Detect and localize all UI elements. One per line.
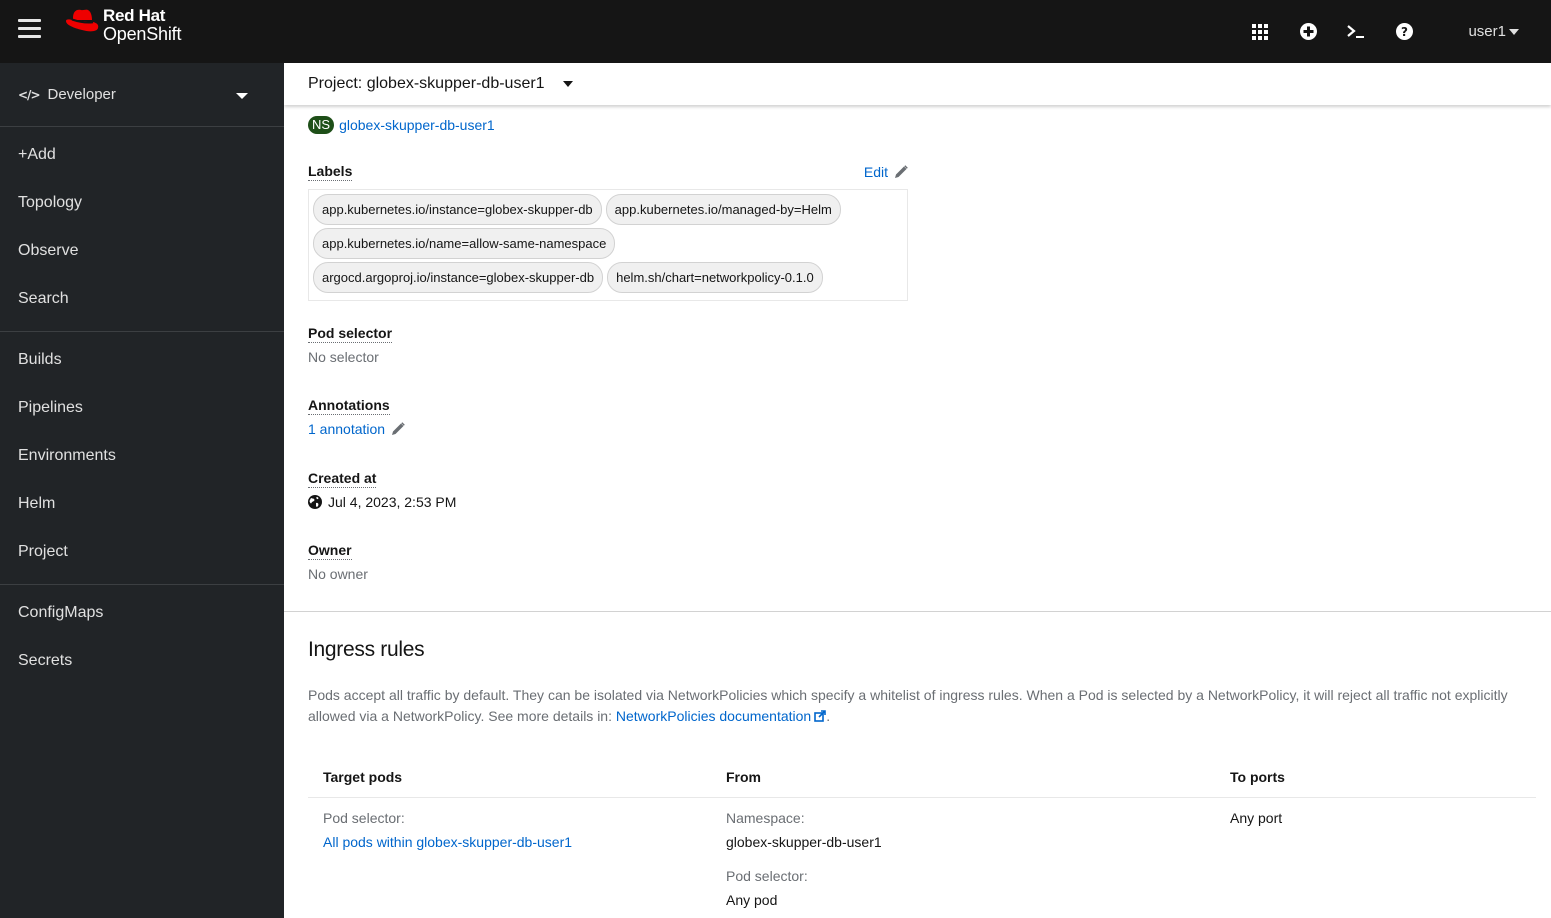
annotations-block: Annotations 1 annotation <box>308 397 405 437</box>
label-chip[interactable]: app.kubernetes.io/instance=globex-skuppe… <box>313 194 602 225</box>
perspective-switcher[interactable]: </> Developer <box>0 63 284 127</box>
doc-suffix: . <box>826 708 831 724</box>
created-at-title: Created at <box>308 470 377 488</box>
owner-title: Owner <box>308 542 352 560</box>
labels-block: Labels Edit app.kubernetes.io/instance=g… <box>308 163 908 301</box>
label-chip[interactable]: app.kubernetes.io/name=allow-same-namesp… <box>313 228 616 259</box>
ingress-rules-table: Target pods From To ports Pod selector: … <box>308 757 1536 918</box>
brand-line-2: OpenShift <box>103 24 182 44</box>
created-at-block: Created at Jul 4, 2023, 2:53 PM <box>308 470 456 510</box>
caret-down-icon <box>562 81 573 87</box>
sidebar-item-environments[interactable]: Environments <box>0 432 284 480</box>
sidebar-item-builds[interactable]: Builds <box>0 336 284 384</box>
ingress-description: Pods accept all traffic by default. They… <box>308 685 1536 727</box>
from-cell: Namespace: globex-skupper-db-user1 Pod s… <box>711 798 1215 918</box>
ingress-rules-title: Ingress rules <box>308 638 425 661</box>
sidebar-item-search[interactable]: Search <box>0 275 284 323</box>
user-name: user1 <box>1468 23 1506 40</box>
globe-icon <box>308 495 322 509</box>
nav-group-config: ConfigMaps Secrets <box>0 585 284 693</box>
namespace-link[interactable]: globex-skupper-db-user1 <box>339 117 495 133</box>
caret-down-icon <box>236 93 248 99</box>
target-pods-cell: Pod selector: All pods within globex-sku… <box>308 798 711 918</box>
column-header-target-pods: Target pods <box>308 757 711 798</box>
caret-down-icon <box>1509 28 1519 35</box>
sidebar-item-topology[interactable]: Topology <box>0 179 284 227</box>
networkpolicies-doc-link[interactable]: NetworkPolicies documentation <box>615 708 827 724</box>
created-at-value: Jul 4, 2023, 2:53 PM <box>328 494 457 510</box>
from-pod-selector-value: Any pod <box>726 892 778 908</box>
sidebar: </> Developer +Add Topology Observe Sear… <box>0 63 284 918</box>
pod-selector-value: No selector <box>308 349 379 365</box>
project-bar: Project: globex-skupper-db-user1 <box>284 63 1551 105</box>
sidebar-item-pipelines[interactable]: Pipelines <box>0 384 284 432</box>
label-chip[interactable]: app.kubernetes.io/managed-by=Helm <box>605 194 841 225</box>
column-header-from: From <box>711 757 1215 798</box>
plus-circle-icon[interactable] <box>1284 0 1332 63</box>
target-pods-link[interactable]: All pods within globex-skupper-db-user1 <box>323 834 696 850</box>
from-pod-selector-label: Pod selector: <box>726 868 808 884</box>
masthead: Red Hat OpenShift ? user1 <box>0 0 1551 63</box>
nav-group-main: +Add Topology Observe Search <box>0 127 284 332</box>
sidebar-item-helm[interactable]: Helm <box>0 480 284 528</box>
pencil-icon[interactable] <box>391 422 405 436</box>
labels-list: app.kubernetes.io/instance=globex-skuppe… <box>308 189 908 301</box>
ingress-description-text: Pods accept all traffic by default. They… <box>308 687 1508 724</box>
owner-value: No owner <box>308 566 368 582</box>
brand-line-1: Red Hat <box>103 6 166 25</box>
labels-title: Labels <box>308 163 353 181</box>
brand-logo[interactable]: Red Hat OpenShift <box>64 7 181 43</box>
perspective-label: Developer <box>47 86 116 103</box>
sidebar-item-project[interactable]: Project <box>0 528 284 576</box>
ingress-rules-section: Ingress rules Pods accept all traffic by… <box>308 612 1536 918</box>
pod-selector-title: Pod selector <box>308 325 393 343</box>
owner-block: Owner No owner <box>308 542 368 582</box>
external-link-icon <box>814 710 827 722</box>
target-pod-selector-label: Pod selector: <box>323 810 405 826</box>
namespace-row: NS globex-skupper-db-user1 <box>308 116 495 134</box>
project-selector[interactable]: Project: globex-skupper-db-user1 <box>308 75 573 93</box>
edit-labels-button[interactable]: Edit <box>864 164 908 180</box>
svg-text:?: ? <box>1401 25 1408 39</box>
from-namespace-label: Namespace: <box>726 810 805 826</box>
label-chip[interactable]: helm.sh/chart=networkpolicy-0.1.0 <box>607 262 823 293</box>
project-label: Project: globex-skupper-db-user1 <box>308 75 545 92</box>
annotations-link[interactable]: 1 annotation <box>308 421 385 437</box>
from-namespace-value: globex-skupper-db-user1 <box>726 834 882 850</box>
to-ports-cell: Any port <box>1230 810 1283 826</box>
namespace-badge: NS <box>308 116 335 134</box>
pod-selector-block: Pod selector No selector <box>308 325 393 365</box>
column-header-to-ports: To ports <box>1215 757 1536 798</box>
table-row: Pod selector: All pods within globex-sku… <box>308 798 1536 918</box>
pencil-icon <box>895 165 908 178</box>
nav-group-workloads: Builds Pipelines Environments Helm Proje… <box>0 332 284 585</box>
code-icon: </> <box>18 87 40 102</box>
hamburger-menu-icon[interactable] <box>18 19 41 39</box>
terminal-icon[interactable] <box>1332 0 1380 63</box>
sidebar-item-observe[interactable]: Observe <box>0 227 284 275</box>
edit-labels-label: Edit <box>863 164 888 180</box>
sidebar-item-add[interactable]: +Add <box>0 131 284 179</box>
sidebar-item-secrets[interactable]: Secrets <box>0 637 284 685</box>
help-circle-icon[interactable]: ? <box>1380 0 1428 63</box>
sidebar-item-configmaps[interactable]: ConfigMaps <box>0 589 284 637</box>
main-content: Project: globex-skupper-db-user1 NS glob… <box>284 63 1551 918</box>
annotations-title: Annotations <box>308 397 390 415</box>
red-hat-logo-icon <box>66 9 99 32</box>
label-chip[interactable]: argocd.argoproj.io/instance=globex-skupp… <box>313 262 604 293</box>
apps-grid-icon[interactable] <box>1236 0 1284 63</box>
user-menu-toggle[interactable]: user1 <box>1468 23 1519 40</box>
doc-link-label: NetworkPolicies documentation <box>615 708 812 724</box>
